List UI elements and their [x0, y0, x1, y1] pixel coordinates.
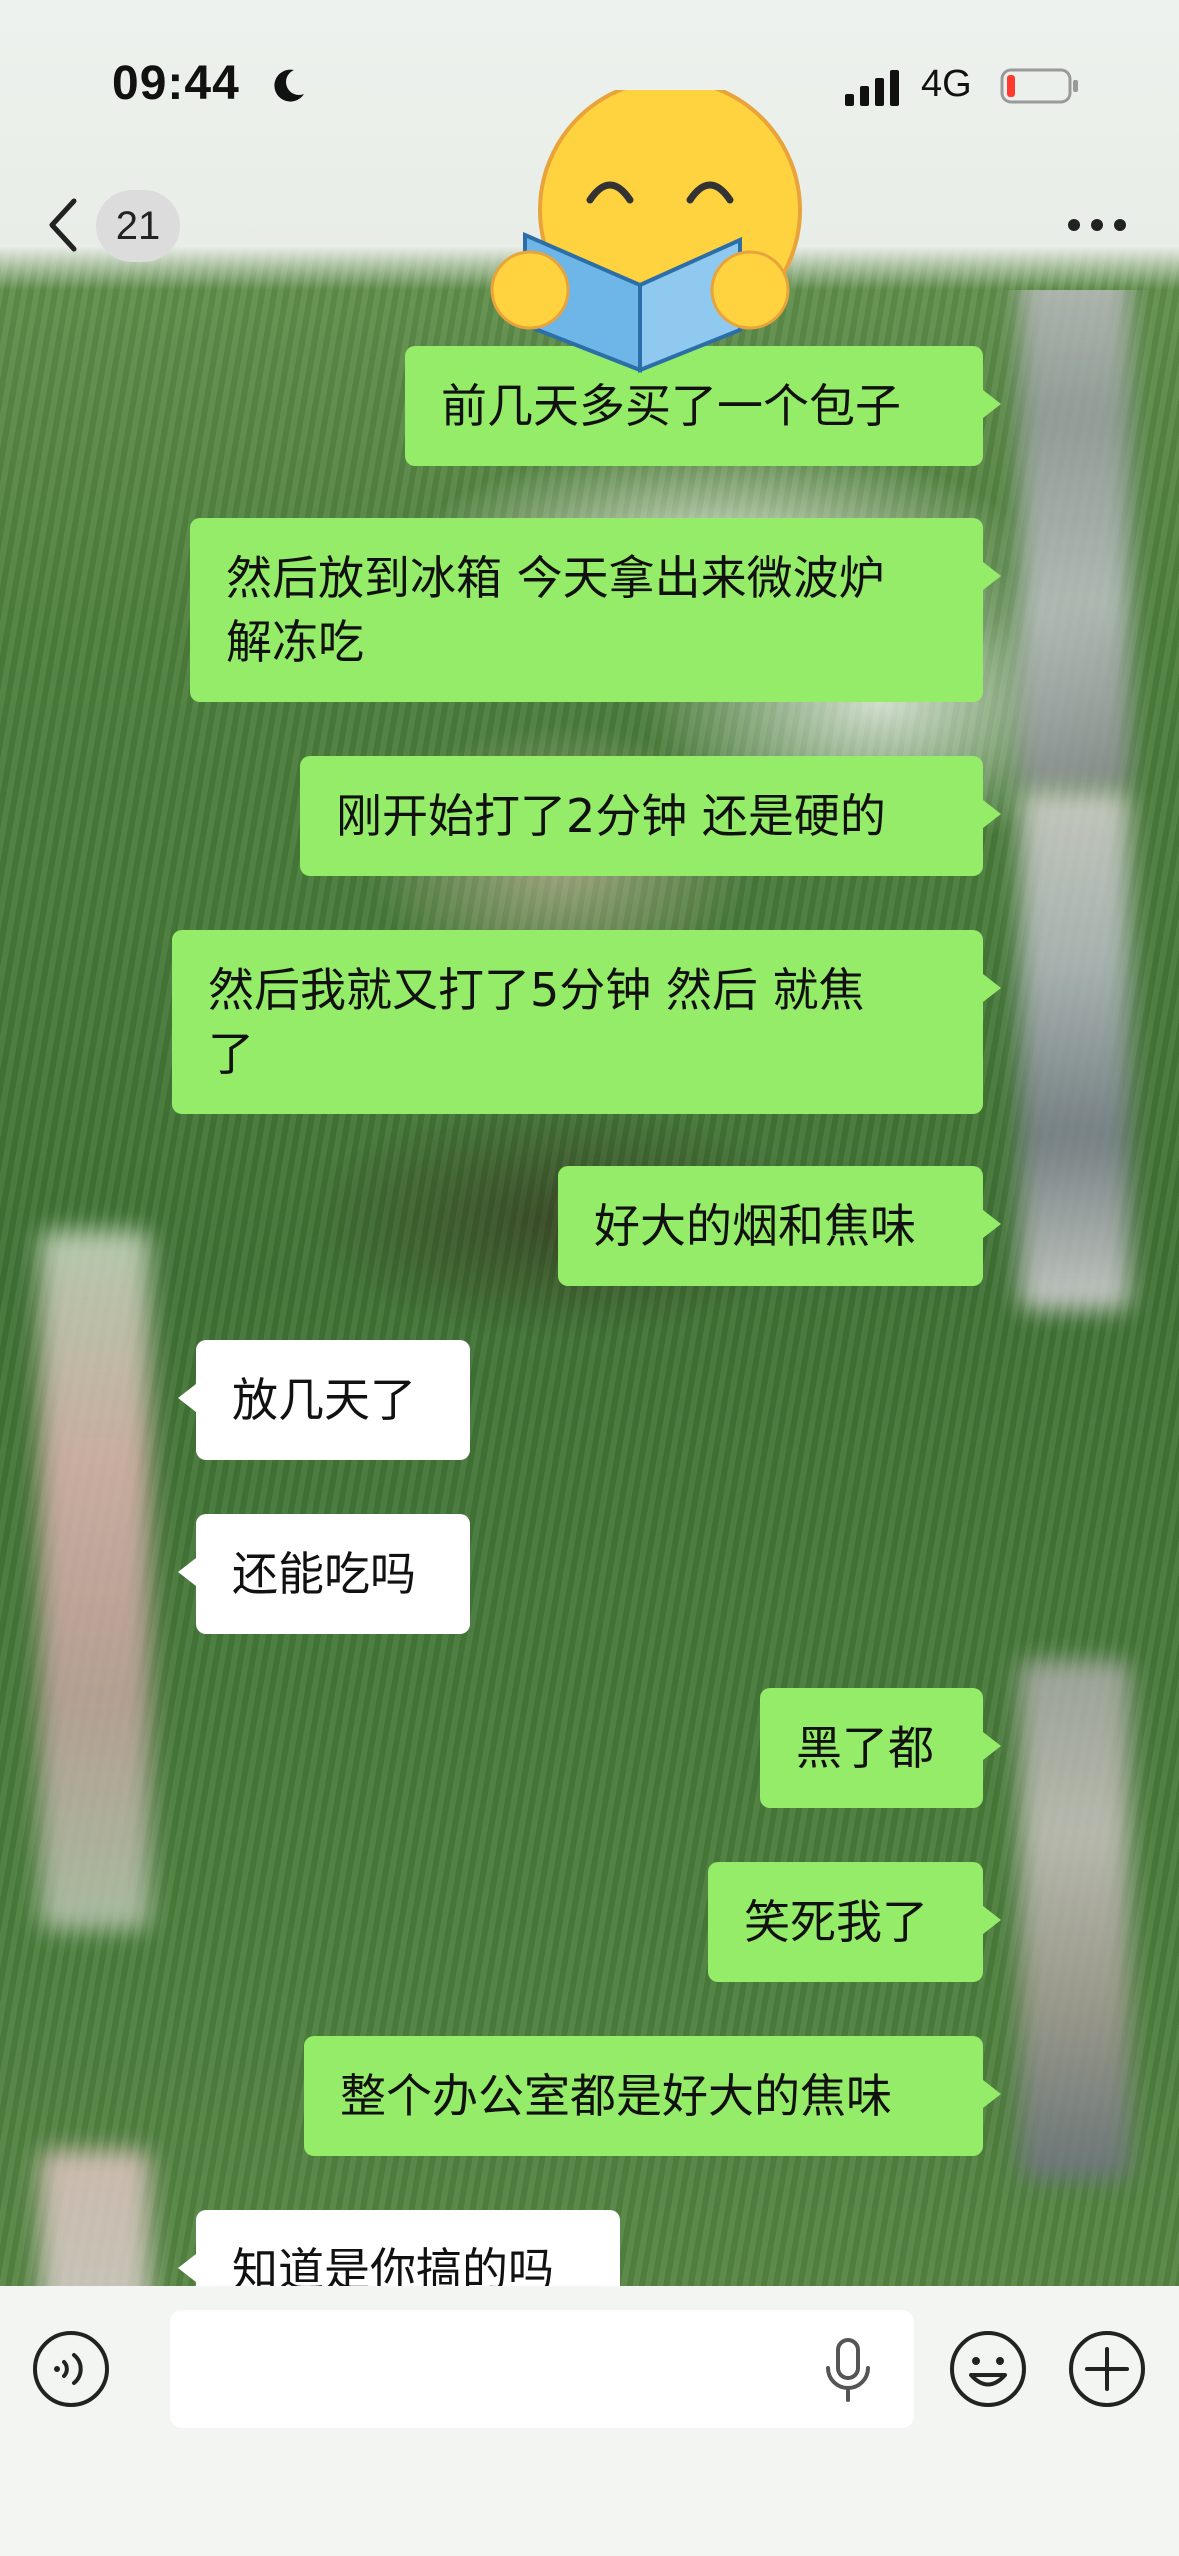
sender-avatar[interactable] — [1020, 290, 1130, 790]
contact-avatar[interactable] — [40, 2150, 150, 2286]
mic-icon[interactable] — [820, 2336, 876, 2406]
unread-count-badge[interactable]: 21 — [96, 190, 180, 262]
message-bubble[interactable]: 好大的烟和焦味 — [558, 1166, 1001, 1286]
sticker-reading-emoji — [490, 90, 802, 373]
message-bubble[interactable]: 然后放到冰箱 今天拿出来微波炉 解冻吃 — [190, 518, 1001, 702]
moon-icon — [274, 69, 304, 102]
contact-avatar[interactable] — [40, 1230, 150, 1930]
message-list[interactable]: 前几天多买了一个包子 然后放到冰箱 今天拿出来微波炉 解冻吃 刚开始打了2分钟 … — [0, 290, 1179, 2286]
signal-icon — [845, 70, 899, 106]
message-bubble[interactable]: 还能吃吗 — [178, 1514, 470, 1634]
network-type: 4G — [921, 63, 972, 105]
message-bubble[interactable]: 黑了都 — [760, 1688, 1001, 1808]
back-icon[interactable] — [44, 195, 84, 255]
message-bubble[interactable]: 然后我就又打了5分钟 然后 就焦 了 — [172, 930, 1001, 1114]
plus-icon[interactable] — [1066, 2328, 1148, 2410]
message-bubble[interactable]: 笑死我了 — [708, 1862, 1001, 1982]
message-input[interactable] — [170, 2310, 914, 2428]
emoji-icon[interactable] — [947, 2328, 1029, 2410]
status-time: 09:44 — [112, 57, 240, 110]
battery-icon — [1000, 68, 1078, 104]
message-bubble[interactable]: 整个办公室都是好大的焦味 — [304, 2036, 1001, 2156]
message-bubble[interactable]: 放几天了 — [178, 1340, 470, 1460]
sender-avatar[interactable] — [1020, 1660, 1130, 2180]
sender-avatar[interactable] — [1020, 790, 1130, 1310]
message-bubble[interactable]: 知道是你搞的吗 — [178, 2210, 620, 2286]
message-bubble[interactable]: 刚开始打了2分钟 还是硬的 — [300, 756, 1001, 876]
more-icon[interactable] — [1062, 200, 1132, 250]
voice-icon[interactable] — [30, 2328, 112, 2410]
